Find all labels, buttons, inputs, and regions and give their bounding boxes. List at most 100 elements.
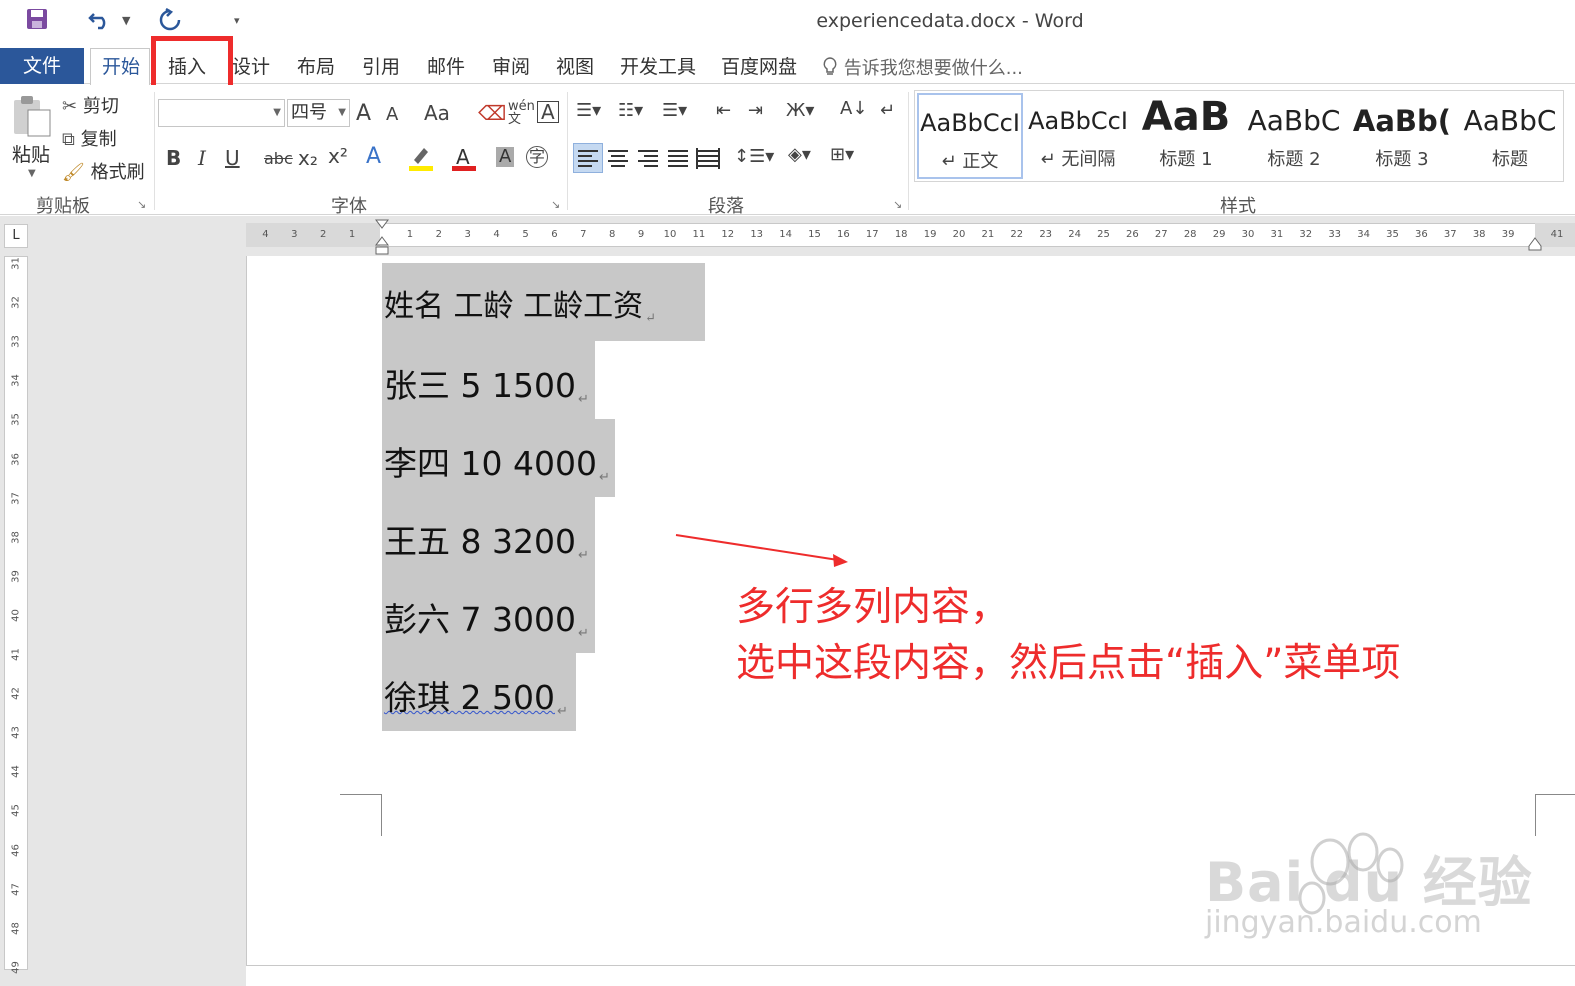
justify-icon[interactable]: [664, 144, 692, 176]
grow-font-button[interactable]: A: [356, 103, 371, 125]
line-spacing-icon[interactable]: ↕☰▾: [734, 148, 774, 166]
style-title[interactable]: AaBbC 标题: [1457, 93, 1563, 179]
tell-me-box[interactable]: 告诉我您想要做什么...: [822, 54, 1023, 80]
vertical-ruler-tick: 43: [10, 726, 22, 740]
decrease-indent-icon[interactable]: ⇤: [716, 102, 731, 120]
tab-file[interactable]: 文件: [0, 48, 84, 84]
ruler-tick: 26: [1126, 229, 1139, 240]
tab-selector[interactable]: L: [4, 224, 28, 248]
redo-icon[interactable]: [158, 7, 182, 38]
clipboard-group-label: 剪贴板: [36, 196, 90, 217]
vertical-ruler-tick: 44: [10, 765, 22, 779]
save-icon[interactable]: [26, 8, 48, 36]
italic-button[interactable]: I: [198, 148, 206, 168]
tab-baidu-netdisk[interactable]: 百度网盘: [721, 52, 797, 79]
tab-references[interactable]: 引用: [362, 52, 400, 79]
paragraph-mark: ↵: [645, 311, 656, 326]
char-shading-icon[interactable]: A: [496, 147, 515, 167]
font-size-combo[interactable]: 四号 ▼: [287, 99, 350, 127]
right-indent-marker-icon[interactable]: [1527, 236, 1543, 255]
style-sample: AaBbC: [1247, 104, 1341, 137]
align-right-icon[interactable]: [634, 144, 662, 176]
show-marks-icon[interactable]: ↵: [880, 102, 895, 120]
svg-text:A: A: [456, 145, 470, 169]
ruler-tick: 39: [1501, 229, 1515, 240]
paragraph-launcher-icon[interactable]: ↘: [893, 198, 902, 211]
tab-developer[interactable]: 开发工具: [620, 52, 696, 79]
strikethrough-button[interactable]: abc: [264, 151, 293, 167]
distribute-icon[interactable]: [694, 144, 722, 176]
style-name: ↵ 无间隔: [1040, 149, 1116, 170]
doc-line[interactable]: 姓名 工龄 工龄工资 ↵: [384, 281, 656, 326]
doc-line[interactable]: 王五 8 3200 ↵: [384, 515, 589, 563]
annotation-callout: 多行多列内容， 选中这段内容，然后点击“插入”菜单项: [736, 580, 1400, 692]
borders-icon[interactable]: ⊞▾: [830, 146, 854, 164]
undo-icon[interactable]: [88, 8, 114, 36]
style-name: 标题 2: [1267, 149, 1321, 170]
ruler-tick: 3: [464, 229, 471, 240]
clipboard-launcher-icon[interactable]: ↘: [137, 198, 146, 211]
style-heading-2[interactable]: AaBbC 标题 2: [1241, 93, 1347, 179]
change-case-button[interactable]: Aa: [424, 103, 450, 123]
increase-indent-icon[interactable]: ⇥: [748, 102, 763, 120]
brush-icon: 🖌: [62, 162, 85, 183]
shrink-font-button[interactable]: A: [386, 106, 398, 124]
style-sample: AaBbCcI: [1028, 107, 1128, 135]
shading-icon[interactable]: ◈▾: [788, 146, 811, 164]
undo-dropdown-icon[interactable]: ▼: [122, 14, 130, 27]
style-name: 标题 3: [1375, 149, 1429, 170]
tab-review[interactable]: 审阅: [492, 52, 530, 79]
style-no-spacing[interactable]: AaBbCcI ↵ 无间隔: [1025, 93, 1131, 179]
doc-line[interactable]: 李四 10 4000 ↵: [384, 437, 610, 485]
enclose-char-icon[interactable]: 字: [526, 146, 548, 168]
style-heading-3[interactable]: AaBb( 标题 3: [1349, 93, 1455, 179]
underline-button[interactable]: U: [225, 148, 240, 168]
customize-icon[interactable]: ▾: [234, 14, 240, 27]
char-border-icon[interactable]: A: [537, 101, 559, 123]
text-effects-icon[interactable]: A: [366, 146, 381, 168]
phonetic-guide-icon[interactable]: wén 文: [508, 100, 535, 126]
doc-line[interactable]: 徐琪 2 500 ↵: [384, 671, 568, 719]
align-left-button[interactable]: [573, 143, 603, 173]
ruler-tick: 37: [1443, 229, 1457, 240]
cut-button[interactable]: ✂ 剪切: [62, 92, 119, 118]
align-left-icon: [578, 150, 598, 167]
numbering-icon[interactable]: ☷▾: [618, 102, 643, 120]
tab-view[interactable]: 视图: [556, 52, 594, 79]
paste-icon[interactable]: [12, 94, 52, 142]
font-launcher-icon[interactable]: ↘: [551, 198, 560, 211]
paste-dropdown-icon[interactable]: ▼: [28, 168, 36, 179]
vertical-ruler-tick: 36: [10, 452, 22, 466]
format-painter-label: 格式刷: [90, 162, 145, 183]
ruler-tick: 6: [551, 229, 558, 240]
align-center-icon[interactable]: [604, 144, 632, 176]
tab-layout[interactable]: 布局: [297, 52, 335, 79]
sort-icon[interactable]: A↓: [840, 100, 867, 118]
style-heading-1[interactable]: AaB 标题 1: [1133, 93, 1239, 179]
doc-line[interactable]: 彭六 7 3000 ↵: [384, 593, 589, 641]
bold-button[interactable]: B: [166, 148, 181, 168]
style-normal[interactable]: AaBbCcI ↵ 正文: [917, 93, 1023, 179]
vertical-ruler-strip: [0, 256, 246, 986]
highlight-color-icon[interactable]: [408, 144, 434, 175]
tab-home[interactable]: 开始: [102, 52, 140, 79]
paste-button[interactable]: 粘贴: [12, 140, 50, 167]
ruler-tick: 14: [779, 229, 792, 240]
tab-mailings[interactable]: 邮件: [427, 52, 465, 79]
font-name-combo[interactable]: ▼: [158, 99, 285, 127]
tab-design[interactable]: 设计: [232, 52, 270, 79]
subscript-button[interactable]: x₂: [298, 148, 318, 168]
bullets-icon[interactable]: ☰▾: [576, 102, 601, 120]
chinese-layout-icon[interactable]: Ж▾: [786, 102, 814, 120]
indent-marker-icon[interactable]: [374, 219, 390, 261]
format-painter-button[interactable]: 🖌 格式刷: [62, 158, 145, 184]
clear-format-icon[interactable]: ⌫: [478, 103, 506, 123]
copy-button[interactable]: ⧉ 复制: [62, 125, 117, 151]
multilevel-list-icon[interactable]: ☰▾: [662, 102, 687, 120]
superscript-button[interactable]: x²: [328, 146, 348, 166]
paragraph-mark: ↵: [577, 548, 589, 563]
ruler-tick: 1: [348, 229, 356, 240]
ruler-tick: 30: [1241, 229, 1255, 240]
font-color-icon[interactable]: A: [452, 144, 476, 175]
doc-line[interactable]: 张三 5 1500 ↵: [384, 359, 589, 407]
